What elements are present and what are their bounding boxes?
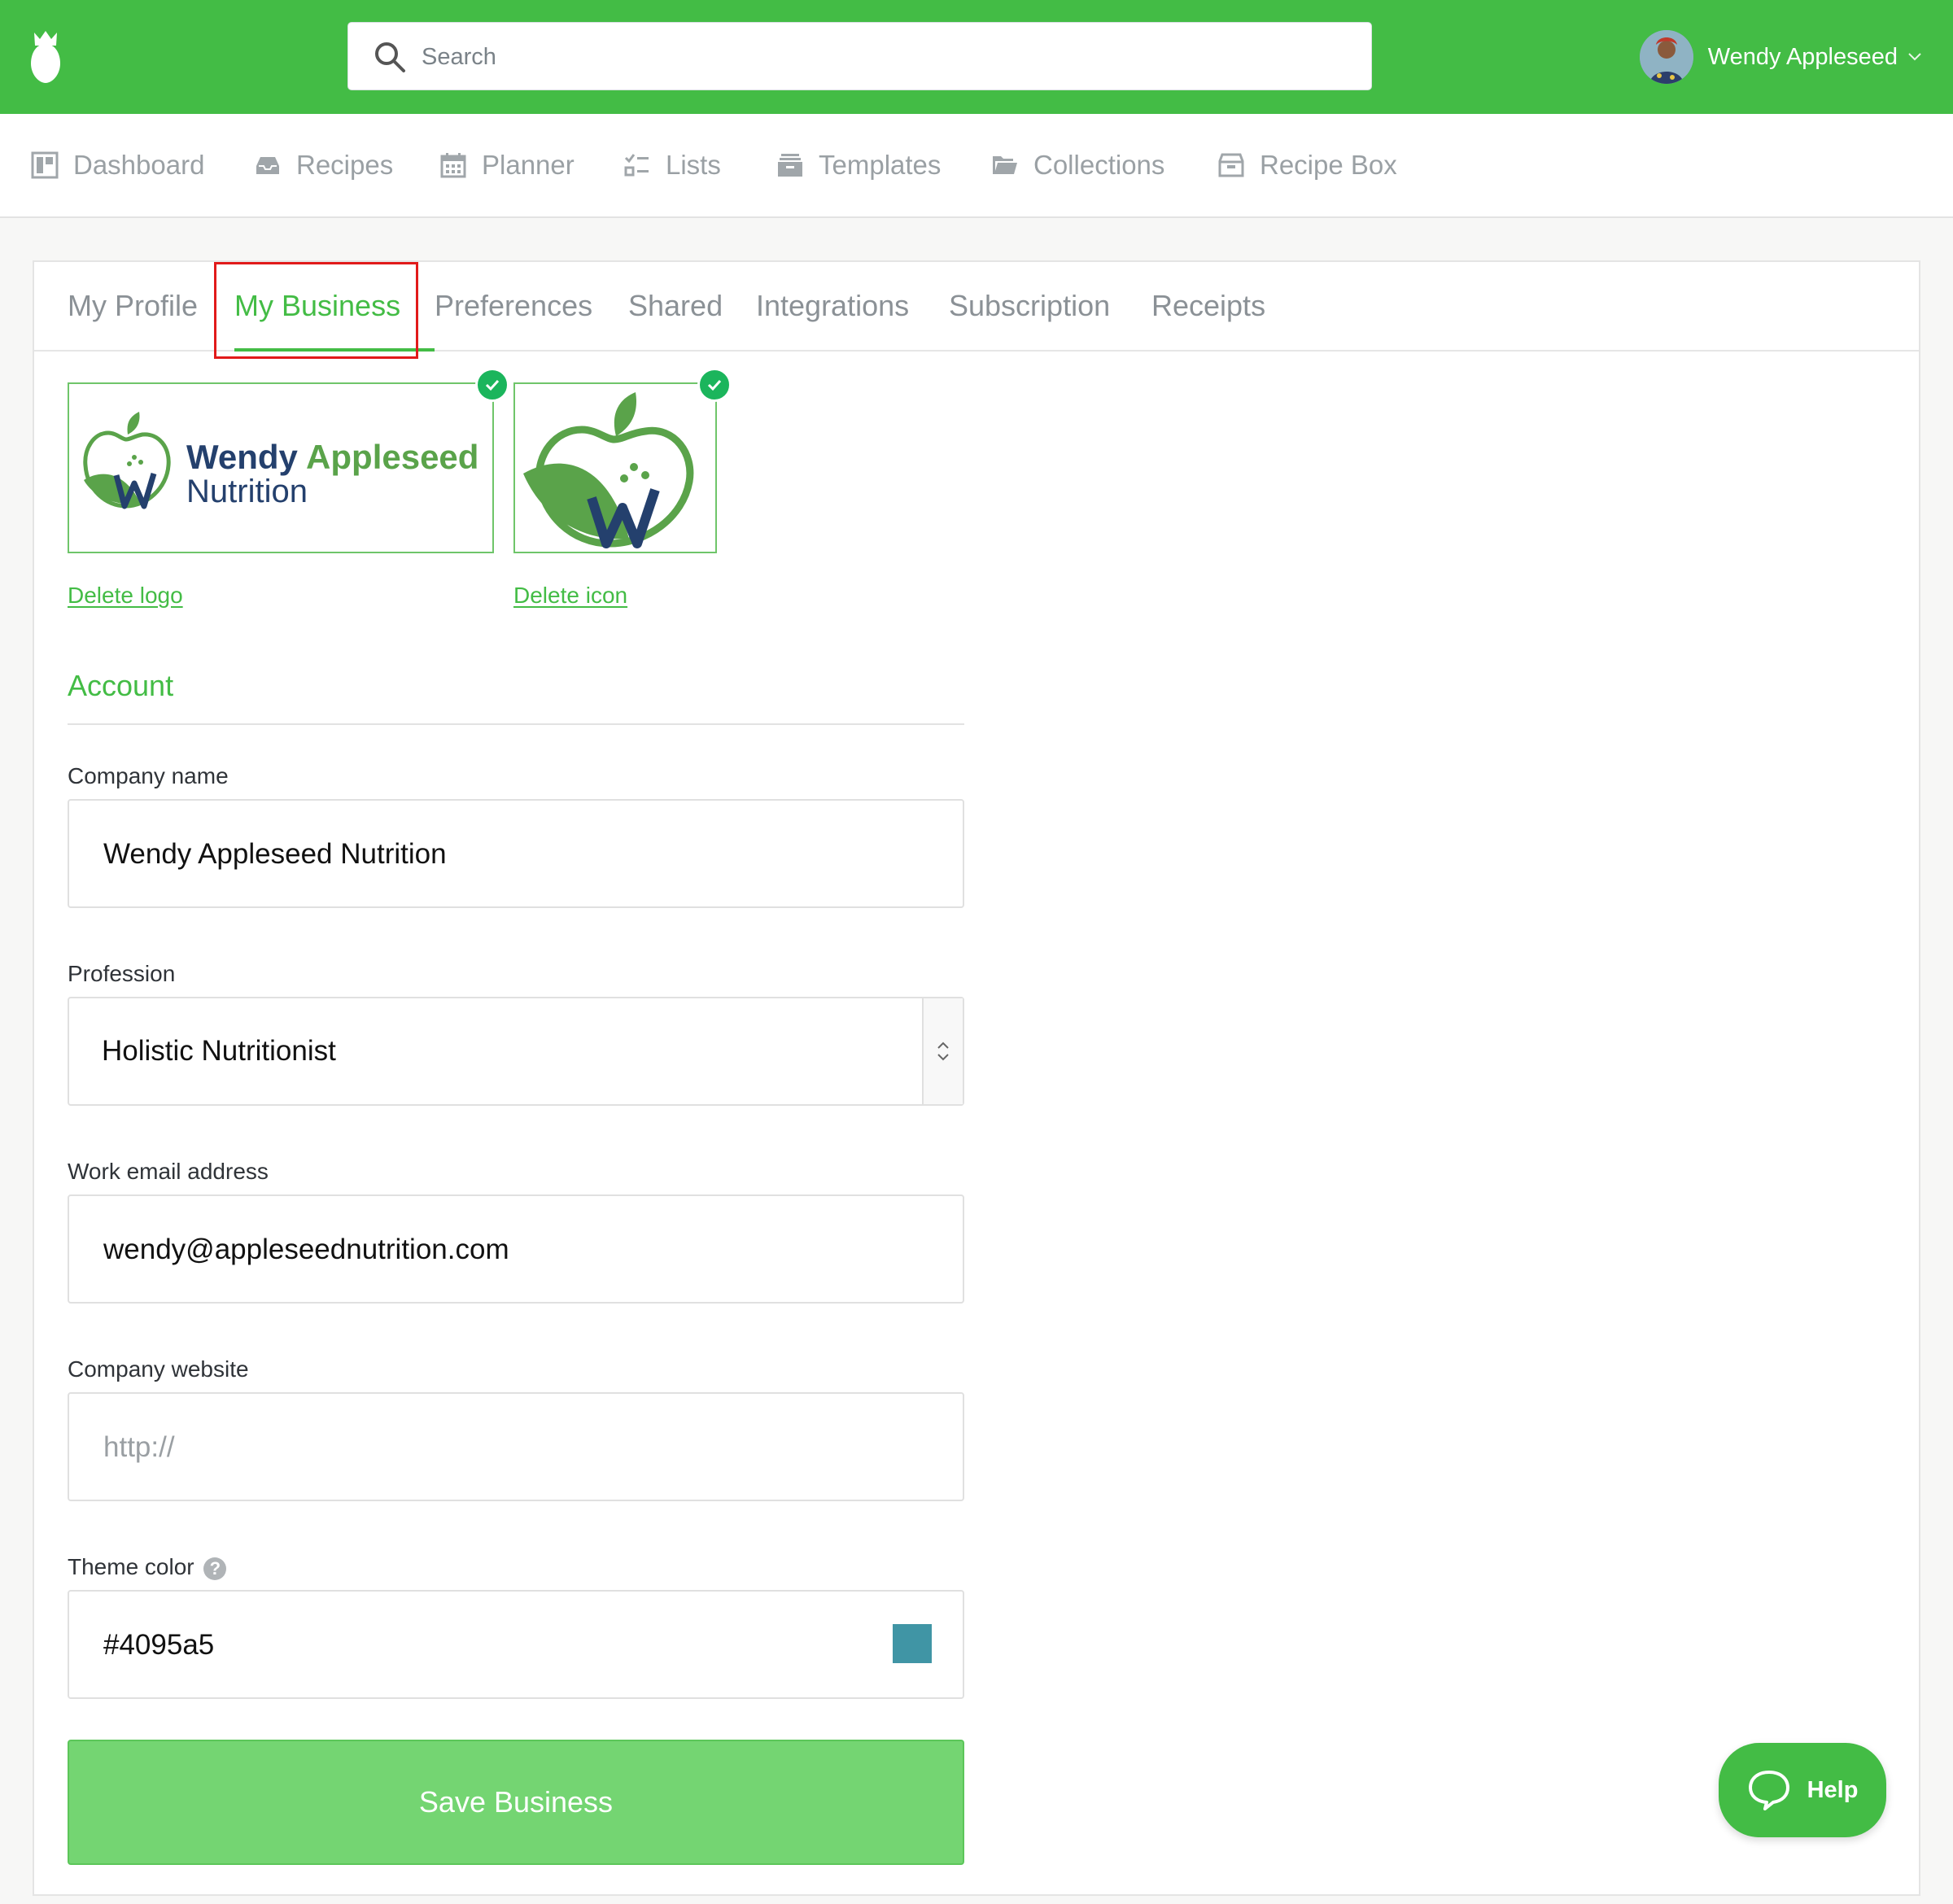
nav-item-lists[interactable]: Lists: [623, 114, 721, 216]
logo-text-appleseed: Appleseed: [306, 438, 479, 476]
company-name-label: Company name: [68, 763, 229, 788]
user-menu[interactable]: Wendy Appleseed: [1639, 29, 1922, 85]
nav-label: Templates: [819, 150, 942, 180]
nav-label: Collections: [1033, 150, 1165, 180]
work-email-label: Work email address: [68, 1159, 269, 1184]
nav-label: Dashboard: [73, 150, 205, 180]
company-website-label: Company website: [68, 1356, 249, 1382]
company-name-input[interactable]: [102, 801, 919, 908]
apple-icon: [523, 392, 694, 548]
profession-select-toggle[interactable]: [922, 998, 963, 1104]
archive-icon: [778, 154, 802, 177]
tab-receipts[interactable]: Receipts: [1151, 262, 1265, 350]
theme-color-swatch[interactable]: [893, 1624, 932, 1663]
nav-item-recipe-box[interactable]: Recipe Box: [1217, 114, 1397, 216]
nav-item-collections[interactable]: Collections: [991, 114, 1164, 216]
tab-integrations[interactable]: Integrations: [756, 262, 909, 350]
business-logo[interactable]: Wendy Appleseed Nutrition: [68, 382, 494, 553]
app-logo-icon[interactable]: [29, 29, 62, 85]
folder-icon: [993, 156, 1017, 174]
dashboard-icon: [31, 151, 59, 179]
search-box[interactable]: [347, 22, 1372, 91]
theme-color-label-text: Theme color: [68, 1554, 194, 1579]
avatar[interactable]: [1639, 30, 1693, 84]
top-bar: Wendy Appleseed: [0, 0, 1953, 114]
company-name-field[interactable]: [68, 799, 964, 908]
nav-label: Planner: [482, 150, 575, 180]
help-label: Help: [1807, 1776, 1859, 1803]
checklist-icon: [624, 154, 649, 177]
main-nav: Dashboard Recipes Planner Lists Template…: [0, 114, 1953, 218]
inbox-icon: [256, 157, 279, 174]
tab-preferences[interactable]: Preferences: [435, 262, 592, 350]
logo-text-wendy: Wendy: [186, 438, 298, 476]
help-button[interactable]: Help: [1719, 1743, 1886, 1837]
work-email-field[interactable]: [68, 1194, 964, 1304]
help-circle-icon[interactable]: ?: [203, 1557, 227, 1580]
section-divider: [68, 723, 964, 725]
profession-select[interactable]: Holistic Nutritionist: [68, 997, 964, 1106]
active-tab-highlight: [214, 262, 418, 359]
theme-color-label: Theme color ?: [68, 1554, 227, 1580]
company-website-field[interactable]: [68, 1392, 964, 1501]
nav-item-dashboard[interactable]: Dashboard: [31, 114, 204, 216]
chat-bubble-icon: [1748, 1771, 1789, 1810]
nav-item-planner[interactable]: Planner: [439, 114, 575, 216]
avatar-image-icon: [1639, 30, 1693, 84]
company-website-input[interactable]: [102, 1394, 919, 1501]
chevron-down-icon[interactable]: [1907, 52, 1922, 62]
box-icon: [1218, 153, 1244, 177]
logo-check-icon: [475, 368, 509, 402]
tab-my-profile[interactable]: My Profile: [68, 262, 198, 350]
chevron-up-down-icon: [937, 1042, 949, 1061]
settings-card: My Profile My Business Preferences Share…: [33, 260, 1920, 1896]
profession-value: Holistic Nutritionist: [102, 1035, 336, 1067]
search-icon: [375, 42, 405, 72]
nav-item-templates[interactable]: Templates: [776, 114, 941, 216]
theme-color-input[interactable]: [102, 1592, 919, 1699]
save-business-button[interactable]: Save Business: [68, 1740, 964, 1865]
business-icon[interactable]: [513, 382, 717, 553]
tab-subscription[interactable]: Subscription: [949, 262, 1110, 350]
nav-label: Recipe Box: [1260, 150, 1397, 180]
user-name[interactable]: Wendy Appleseed: [1708, 44, 1898, 71]
logo-text-nutrition: Nutrition: [186, 474, 308, 509]
nav-item-recipes[interactable]: Recipes: [254, 114, 393, 216]
search-input[interactable]: [420, 23, 1351, 91]
tab-shared[interactable]: Shared: [628, 262, 723, 350]
profession-label: Profession: [68, 961, 176, 986]
settings-tabs: My Profile My Business Preferences Share…: [34, 262, 1919, 359]
icon-check-icon: [697, 368, 732, 402]
section-title-account: Account: [68, 669, 174, 702]
theme-color-field[interactable]: [68, 1590, 964, 1699]
work-email-input[interactable]: [102, 1196, 919, 1304]
calendar-icon: [440, 153, 466, 178]
delete-logo-link[interactable]: Delete logo: [68, 583, 183, 609]
nav-label: Lists: [666, 150, 721, 180]
delete-icon-link[interactable]: Delete icon: [513, 583, 627, 609]
nav-label: Recipes: [296, 150, 394, 180]
